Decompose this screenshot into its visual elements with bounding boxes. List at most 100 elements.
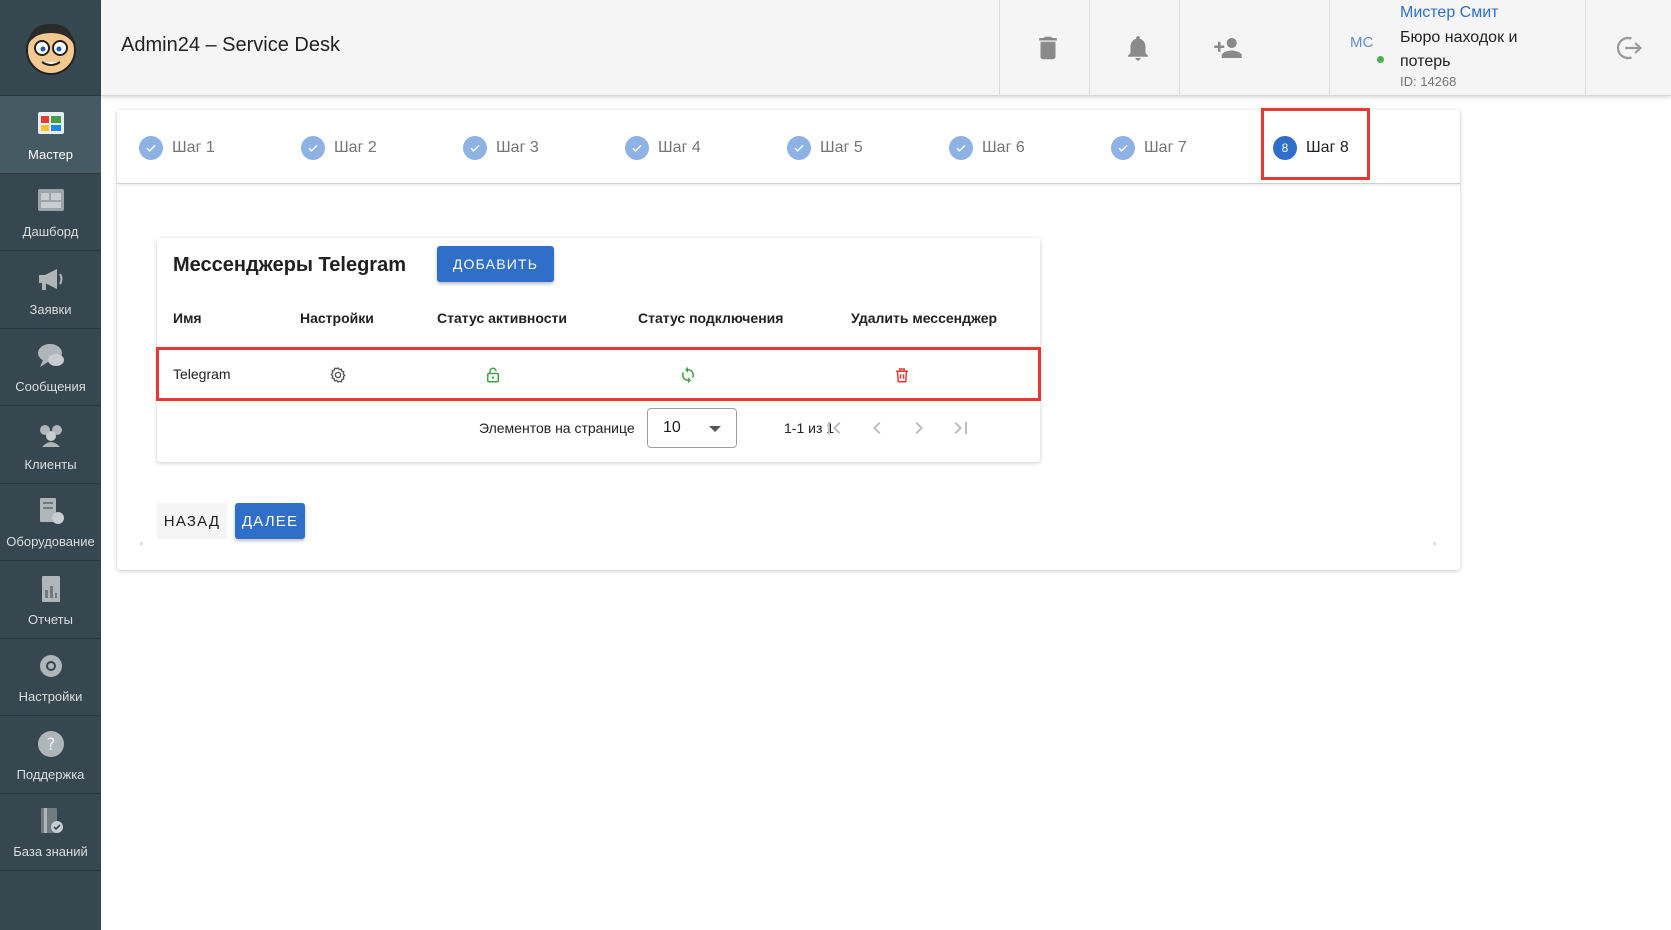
top-header: Admin24 – Service Desk МС Мистер Смит Бю…	[101, 0, 1671, 96]
equipment-icon	[34, 494, 68, 528]
column-header-name: Имя	[173, 310, 202, 326]
sidebar-item-2[interactable]: Заявки	[0, 251, 101, 329]
cartoon-avatar-icon	[25, 23, 76, 75]
messengers-title: Мессенджеры Telegram	[173, 254, 406, 276]
add-user-button[interactable]	[1179, 0, 1275, 96]
check-icon	[463, 136, 487, 160]
trash-button[interactable]	[999, 0, 1095, 96]
settings-gear-icon[interactable]	[329, 366, 347, 384]
logo-avatar	[0, 0, 101, 96]
step-label: Шаг 7	[1144, 139, 1187, 156]
online-status-dot	[1377, 56, 1384, 63]
user-name[interactable]: Мистер Смит	[1400, 4, 1498, 22]
last-page-icon[interactable]	[949, 416, 973, 440]
step-6[interactable]: Шаг 6	[949, 134, 1025, 162]
svg-text:?: ?	[46, 735, 55, 755]
step-3[interactable]: Шаг 3	[463, 134, 539, 162]
column-header-connection-status: Статус подключения	[638, 310, 784, 326]
step-5[interactable]: Шаг 5	[787, 134, 863, 162]
sidebar-item-0[interactable]: Мастер	[0, 96, 101, 174]
step-label: Шаг 6	[982, 139, 1025, 156]
unlocked-status-icon[interactable]	[484, 366, 502, 384]
sidebar-item-label: Настройки	[18, 689, 83, 705]
notifications-button[interactable]	[1089, 0, 1185, 96]
user-organization: Бюро находок и потерь	[1400, 29, 1518, 70]
step-4[interactable]: Шаг 4	[625, 134, 701, 162]
chat-icon	[34, 339, 68, 373]
logout-button[interactable]	[1585, 0, 1671, 96]
next-page-icon[interactable]	[907, 416, 931, 440]
dropdown-arrow-icon	[709, 426, 721, 432]
sidebar-item-6[interactable]: Отчеты	[0, 561, 101, 639]
sidebar-item-3[interactable]: Сообщения	[0, 329, 101, 406]
check-icon	[787, 136, 811, 160]
sidebar-item-4[interactable]: Клиенты	[0, 406, 101, 484]
step-label: Шаг 5	[820, 139, 863, 156]
megaphone-icon	[34, 262, 68, 296]
items-per-page-select[interactable]: 10	[647, 408, 737, 448]
wizard-icon	[34, 107, 68, 141]
check-icon	[301, 136, 325, 160]
step-label: Шаг 8	[1306, 139, 1349, 156]
sidebar-item-9[interactable]: База знаний	[0, 794, 101, 871]
sidebar-item-7[interactable]: Настройки	[0, 639, 101, 716]
step-2[interactable]: Шаг 2	[301, 134, 377, 162]
help-icon: ?	[34, 727, 68, 761]
bell-icon	[1127, 36, 1148, 61]
check-icon	[625, 136, 649, 160]
items-per-page-value: 10	[663, 419, 681, 436]
step-8[interactable]: 8 Шаг 8	[1273, 134, 1349, 162]
sidebar-item-label: Поддержка	[16, 766, 85, 782]
step-label: Шаг 2	[334, 139, 377, 156]
sidebar-item-label: Заявки	[29, 301, 72, 317]
sidebar-item-8[interactable]: ? Поддержка	[0, 716, 101, 794]
sidebar-item-1[interactable]: Дашборд	[0, 174, 101, 251]
dashboard-icon	[34, 184, 68, 218]
sidebar-item-label: Дашборд	[22, 224, 79, 240]
step-label: Шаг 4	[658, 139, 701, 156]
user-profile[interactable]: МС Мистер Смит Бюро находок и потерь ID:…	[1329, 0, 1585, 96]
back-button[interactable]: НАЗАД	[157, 503, 227, 539]
sync-status-icon[interactable]	[679, 366, 697, 384]
previous-page-icon[interactable]	[865, 416, 889, 440]
step-number-badge: 8	[1273, 136, 1297, 160]
gear-icon	[34, 649, 68, 683]
add-user-icon	[1213, 38, 1242, 58]
stepper: Шаг 1 Шаг 2 Шаг 3 Шаг 4 Шаг 5 Шаг 6 Шаг 7 8 Шаг …	[117, 108, 1460, 184]
logout-icon	[1616, 36, 1642, 60]
column-header-activity-status: Статус активности	[437, 310, 568, 326]
column-header-delete: Удалить мессенджер	[851, 310, 998, 326]
step-label: Шаг 1	[172, 139, 215, 156]
step-label: Шаг 3	[496, 139, 539, 156]
knowledge-base-icon	[34, 804, 68, 838]
sidebar: Мастер Дашборд Заявки Сообщения Клиенты Обору…	[0, 0, 101, 930]
sidebar-item-label: Сообщения	[15, 379, 86, 395]
sidebar-item-5[interactable]: Оборудование	[0, 484, 101, 561]
check-icon	[139, 136, 163, 160]
divider-tick	[140, 542, 143, 545]
first-page-icon[interactable]	[822, 416, 846, 440]
check-icon	[1111, 136, 1135, 160]
sidebar-item-label: Мастер	[28, 146, 73, 162]
messenger-name: Telegram	[173, 366, 231, 382]
check-icon	[949, 136, 973, 160]
user-id: ID: 14268	[1400, 74, 1457, 89]
sidebar-item-label: Клиенты	[24, 456, 77, 472]
trash-icon	[1038, 36, 1057, 60]
sidebar-item-label: База знаний	[13, 844, 88, 860]
table-row: Telegram	[156, 347, 1041, 401]
wizard-card: Шаг 1 Шаг 2 Шаг 3 Шаг 4 Шаг 5 Шаг 6 Шаг 7 8 Шаг …	[117, 108, 1460, 570]
clients-icon	[34, 417, 68, 451]
divider-tick	[1433, 542, 1436, 545]
reports-icon	[34, 572, 68, 606]
sidebar-item-label: Отчеты	[28, 611, 73, 627]
items-per-page-label: Элементов на странице	[479, 420, 635, 436]
step-1[interactable]: Шаг 1	[139, 134, 215, 162]
next-button[interactable]: ДАЛЕЕ	[235, 503, 305, 539]
pagination: Элементов на странице 10 1-1 из 1	[157, 398, 1040, 460]
delete-messenger-icon[interactable]	[893, 366, 911, 384]
add-messenger-button[interactable]: ДОБАВИТЬ	[437, 246, 554, 282]
messengers-table-card: Мессенджеры Telegram ДОБАВИТЬ Имя Настро…	[156, 238, 1041, 462]
column-header-settings: Настройки	[300, 310, 374, 326]
step-7[interactable]: Шаг 7	[1111, 134, 1187, 162]
